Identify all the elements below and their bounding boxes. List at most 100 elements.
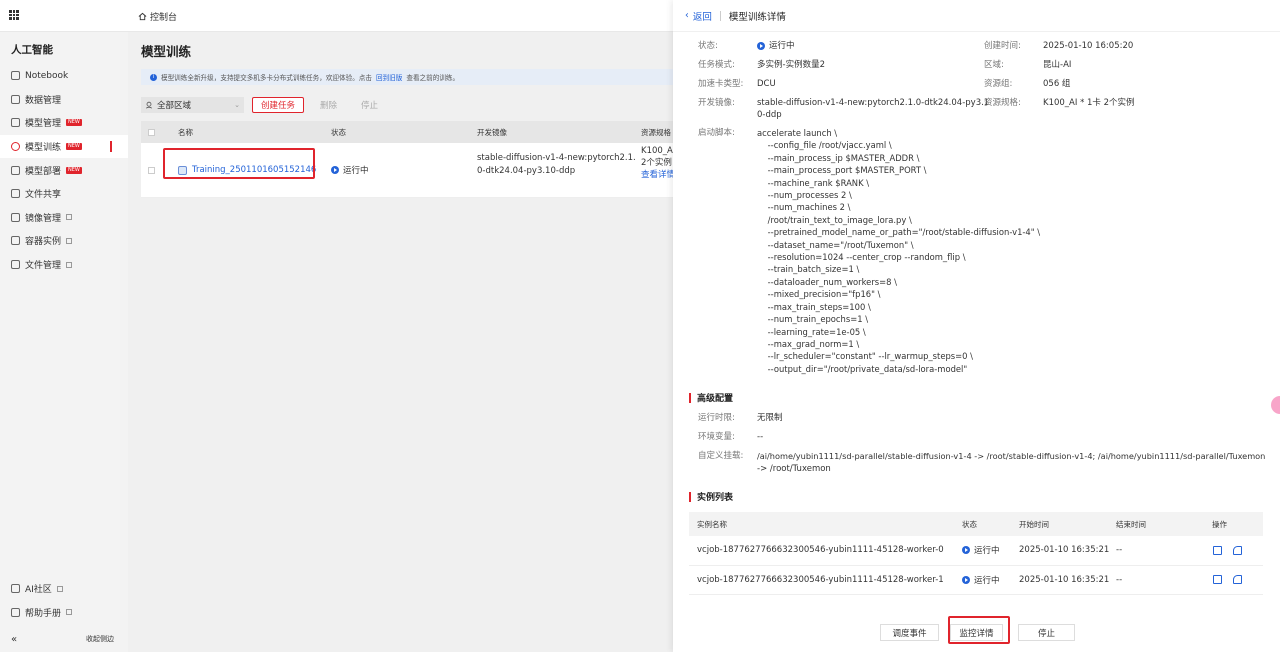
sidebar-item-label: 数据管理 [25,95,62,106]
back-button[interactable]: ‹ 返回 [685,9,712,23]
status-text: 运行中 [974,575,1000,586]
table-row: vcjob-1877627766632300546-yubin1111-4512… [689,566,1263,595]
external-link-icon [66,261,73,268]
notebook-icon [11,71,20,81]
field-mount-value: /ai/home/yubin1111/sd-parallel/stable-di… [757,450,1267,476]
running-icon [962,546,970,555]
field-label: 运行时限: [698,413,735,423]
drawer-title: 模型训练详情 [728,11,786,23]
terminal-icon[interactable] [1213,575,1222,585]
external-link-icon [66,237,73,244]
collapse-sidebar-button[interactable]: « 收起侧边 [0,631,128,647]
sidebar-item-deploy[interactable]: 模型部署 NEW [0,158,128,182]
sidebar-item-data[interactable]: 数据管理 [0,88,128,112]
sidebar-item-label: 模型训练 [25,143,62,154]
table-header: 名称 状态 开发镜像 资源规格 [141,121,673,143]
view-details-link[interactable]: 查看详情 [641,170,673,180]
home-icon [138,12,147,21]
col-inst-start: 开始时间 [1019,519,1049,529]
sidebar-item-help[interactable]: 帮助手册 [0,601,128,625]
col-inst-name: 实例名称 [697,519,727,529]
field-label: 状态: [698,41,718,51]
section-label: 实例列表 [697,493,734,503]
schedule-events-button[interactable]: 调度事件 [880,624,939,641]
field-accel-value: DCU [757,78,776,90]
location-icon [145,101,153,109]
spec-line: 2个实例 [641,158,672,168]
sidebar-item-label: 文件管理 [25,261,62,272]
region-select[interactable]: 全部区域 ⌄ [141,97,244,113]
container-icon [11,236,20,246]
info-icon: i [150,73,157,81]
field-env: 环境变量: [698,431,735,443]
instance-table: 实例名称 状态 开始时间 结束时间 操作 vcjob-1877627766632… [689,512,1263,595]
select-all-checkbox[interactable] [148,128,155,136]
sidebar-nav: Notebook 数据管理 模型管理 NEW 模型训练 NEW 模型部署 NEW 文件… [0,64,128,276]
field-value: stable-diffusion-v1-4-new:pytorch2.1.0-d… [757,98,990,108]
breadcrumb-console[interactable]: 控制台 [138,10,177,23]
field-value: 昆山-AI [1043,60,1072,70]
section-bar [689,491,691,502]
delete-button[interactable]: 删除 [320,99,337,111]
sidebar-item-notebook[interactable]: Notebook [0,64,128,88]
terminal-icon[interactable] [1213,545,1222,555]
header-divider [719,10,721,21]
stop-task-button[interactable]: 停止 [1018,624,1075,641]
field-group-value: 056 组 [1043,78,1070,90]
field-label: 任务模式: [698,60,735,70]
sidebar-item-models[interactable]: 模型管理 NEW [0,111,128,135]
instance-end: -- [1116,545,1123,556]
instance-start: 2025-01-10 16:35:21 [1019,574,1110,585]
running-icon [962,575,970,584]
field-value: 多实例-实例数量2 [757,60,825,70]
breadcrumb-label: 控制台 [150,13,178,23]
chevron-left-icon: ‹ [685,10,689,21]
sidebar-bottom: AI社区 帮助手册 [0,577,128,624]
status-text: 运行中 [343,166,369,176]
field-runtime: 运行时限: [698,412,735,424]
help-icon [11,607,20,617]
sidebar-item-images[interactable]: 镜像管理 [0,206,128,230]
sidebar-item-label: AI社区 [25,585,52,596]
sidebar-title: 人工智能 [11,44,53,56]
back-to-old-link[interactable]: 回到旧版 [376,72,402,82]
section-bar [689,392,691,403]
log-search-icon[interactable] [1233,575,1242,585]
field-group: 资源组: [984,78,1012,90]
field-spec-value: K100_AI * 1卡 2个实例 [1043,97,1135,109]
create-task-button[interactable]: 创建任务 [252,97,305,113]
field-label: 开发镜像: [698,98,735,108]
field-value: 运行中 [769,41,795,51]
field-accel: 加速卡类型: [698,78,743,90]
sidebar-item-containers[interactable]: 容器实例 [0,229,128,253]
field-value: 056 组 [1043,79,1071,89]
spec-line: K100_AI [641,146,673,156]
image-line: 0-dtk24.04-py3.10-ddp [477,165,576,176]
image-line: stable-diffusion-v1-4-new:pytorch2.1. [477,153,636,163]
sidebar-item-label: 镜像管理 [25,213,62,224]
folder-icon [11,260,20,270]
section-advanced: 高级配置 [689,391,733,404]
main-content: 模型训练 i 模型训练全新升级，支持提交多机多卡分布式训练任务，欢迎体验。点击 … [128,32,673,652]
double-chevron-left-icon: « [11,633,18,645]
sidebar-item-files[interactable]: 文件管理 [0,253,128,277]
stop-button[interactable]: 停止 [361,99,378,111]
col-inst-end: 结束时间 [1116,519,1146,529]
field-region: 区域: [984,59,1004,71]
field-created-value: 2025-01-10 16:05:20 [1043,40,1133,52]
launch-script: accelerate launch \ --config_file /root/… [757,128,1041,374]
sidebar-item-community[interactable]: AI社区 [0,577,128,601]
sidebar-item-label: 模型管理 [25,119,62,130]
field-runtime-value: 无限制 [757,412,783,424]
apps-grid-icon[interactable] [9,10,19,20]
sidebar-item-share[interactable]: 文件共享 [0,182,128,206]
log-search-icon[interactable] [1233,545,1242,555]
sidebar-item-training[interactable]: 模型训练 NEW [0,134,128,159]
instance-table-header: 实例名称 状态 开始时间 结束时间 操作 [689,512,1263,536]
highlight-job-name [163,148,315,179]
row-checkbox[interactable] [148,166,155,174]
external-link-icon [56,585,63,592]
image-icon [11,212,20,222]
instance-name: vcjob-1877627766632300546-yubin1111-4512… [697,545,944,556]
field-label: 环境变量: [698,432,735,442]
